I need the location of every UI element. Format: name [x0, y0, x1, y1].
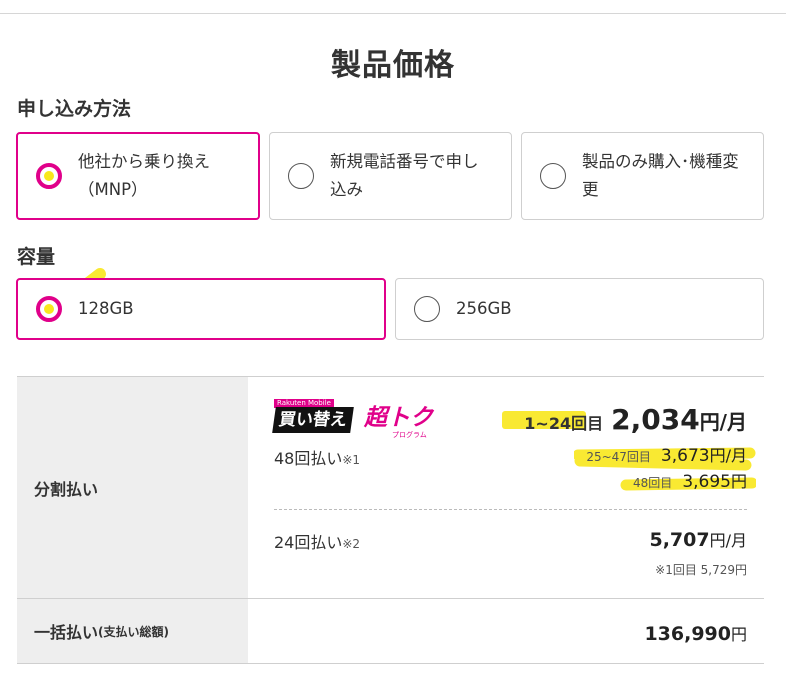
radio-unselected-icon[interactable] [414, 296, 440, 322]
plan-48-second-price: 25~47回目 3,673 円/月 [586, 446, 747, 466]
option-mnp-line1: 他社から乗り換え [78, 152, 210, 171]
option-256gb[interactable]: 256GB [395, 278, 764, 340]
option-device-only-line1: 製品のみ購入･機種変 [582, 152, 739, 171]
top-divider [0, 13, 786, 14]
option-mnp[interactable]: 他社から乗り換え （MNP） [16, 132, 260, 220]
radio-unselected-icon[interactable] [540, 163, 566, 189]
option-device-only-line2: 更 [582, 180, 599, 199]
option-mnp-line2: （MNP） [78, 180, 148, 199]
radio-selected-icon[interactable] [36, 163, 62, 189]
page-title: 製品価格 [331, 48, 455, 83]
plan-divider [274, 509, 747, 510]
lump-sum-details: 136,990 円 [248, 599, 764, 663]
plan-48-main-price: 1~24回目 2,034 円/月 [524, 403, 747, 436]
plan-24-name: 24回払い※2 [274, 533, 361, 552]
option-new-number[interactable]: 新規電話番号で申し 込み [269, 132, 512, 220]
plan-48-third-price: 48回目 3,695 円 [633, 472, 747, 492]
plan-48-name: 48回払い※1 [274, 449, 361, 468]
capacity-label: 容量 [17, 246, 56, 268]
radio-selected-icon[interactable] [36, 296, 62, 322]
option-device-only[interactable]: 製品のみ購入･機種変 更 [521, 132, 764, 220]
kaikae-chotoku-program-logo: Rakuten Mobile 買い替え 超トク プログラム [272, 399, 446, 439]
price-table: 分割払い Rakuten Mobile 買い替え 超トク プログラム 48回払い… [17, 376, 764, 664]
installment-details: Rakuten Mobile 買い替え 超トク プログラム 48回払い※1 1~… [248, 377, 764, 598]
option-new-number-line1: 新規電話番号で申し [330, 152, 479, 171]
radio-unselected-icon[interactable] [288, 163, 314, 189]
plan-24-price: 5,707 円/月 [649, 529, 747, 551]
option-256gb-label: 256GB [456, 299, 512, 318]
option-new-number-line2: 込み [330, 180, 363, 199]
option-128gb-label: 128GB [78, 299, 134, 318]
lump-sum-label: 一括払い (支払い総額) [17, 599, 248, 663]
option-128gb[interactable]: 128GB [16, 278, 386, 340]
lump-sum-row: 一括払い (支払い総額) 136,990 円 [17, 598, 764, 664]
lump-sum-price: 136,990 円 [644, 623, 747, 645]
installment-row: 分割払い Rakuten Mobile 買い替え 超トク プログラム 48回払い… [17, 376, 764, 598]
plan-24-first-note: ※1回目 5,729円 [655, 563, 747, 577]
application-method-label: 申し込み方法 [17, 98, 132, 120]
installment-label: 分割払い [17, 377, 248, 598]
